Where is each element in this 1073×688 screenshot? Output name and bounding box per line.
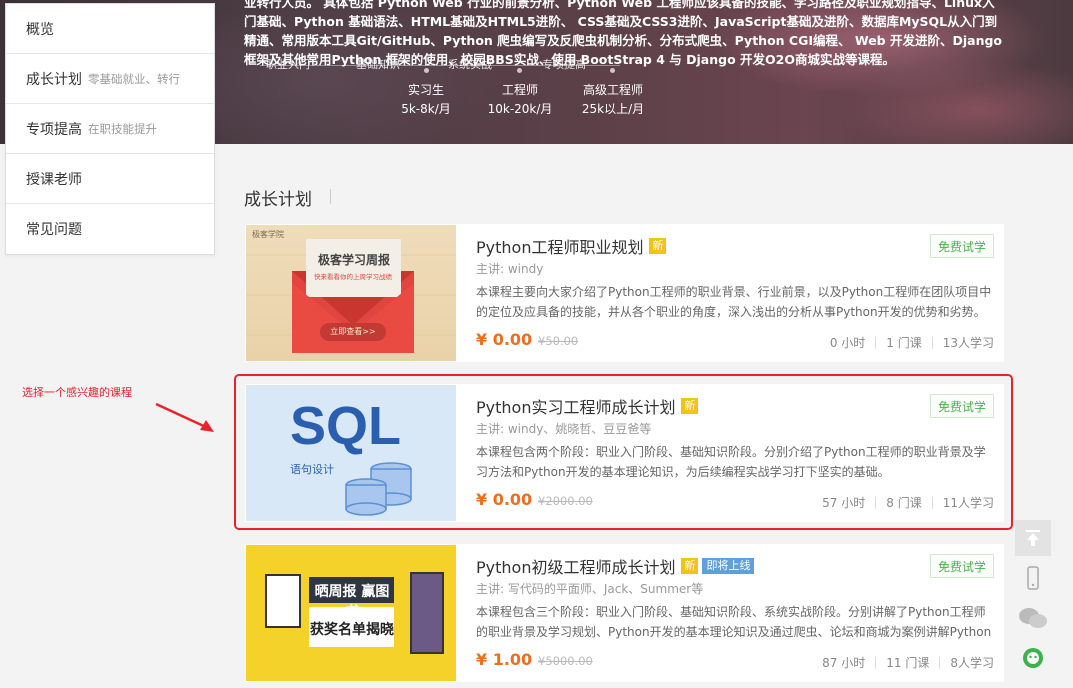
float-toolbar [1015, 520, 1051, 680]
thumb-subline: 获奖名单揭晓 [310, 622, 394, 638]
course-info: Python工程师职业规划 新 免费试学 主讲: windy 本课程主要向大家介… [476, 224, 994, 362]
service-icon[interactable] [1015, 640, 1051, 676]
course-lecturer: 主讲: windy [476, 262, 544, 276]
level-salary: 10k-20k/月 [487, 102, 553, 116]
thumb-cta: 立即查看>> [330, 327, 376, 336]
course-hours: 0 小时 [829, 336, 866, 350]
course-card[interactable]: 晒周报 赢图书 获奖名单揭晓 Python初级工程师成长计划 新 即将上线 免费… [245, 544, 1004, 682]
section-title: 成长计划 [244, 190, 312, 210]
nav-item-label: 常见问题 [26, 222, 82, 238]
course-hours: 87 小时 [822, 656, 866, 670]
stage-dot [517, 68, 522, 73]
nav-item-specialization[interactable]: 专项提高 在职技能提升 [6, 104, 214, 154]
nav-item-sublabel: 在职技能提升 [88, 121, 157, 136]
level-title: 高级工程师 [582, 83, 643, 97]
course-title[interactable]: Python工程师职业规划 [476, 234, 643, 258]
level-title: 工程师 [501, 83, 538, 97]
course-students: 13人学习 [942, 336, 994, 350]
course-stats: 87 小时 11 门课 8人学习 [822, 654, 994, 671]
annotation-arrow-icon [155, 402, 214, 432]
stage-dot [610, 68, 615, 73]
course-lessons: 1 门课 [886, 336, 922, 350]
stats-divider [939, 656, 941, 669]
nav-item-label: 概览 [26, 21, 54, 38]
new-badge: 新 [649, 238, 667, 254]
course-lessons: 11 门课 [886, 656, 930, 670]
course-thumbnail[interactable]: 极客学院 极客学习周报 快来看看你的上周学习战绩 立即查看>> [246, 225, 456, 361]
stage-label: 系统实战 [448, 58, 492, 71]
level-intern: 实习生 5k-8k/月 [381, 81, 471, 119]
course-price: ¥ 0.00 [476, 330, 533, 349]
course-stats: 0 小时 1 门课 13人学习 [830, 334, 994, 351]
course-price: ¥ 1.00 [476, 650, 533, 669]
stage-label: 专项提高 [542, 58, 586, 71]
course-title[interactable]: Python初级工程师成长计划 [476, 554, 675, 578]
nav-item-growth-plan[interactable]: 成长计划 零基础就业、转行 [6, 54, 214, 104]
course-lecturer: 主讲: 写代码的平面师、Jack、Summer等 [476, 582, 704, 596]
course-original-price: ¥5000.00 [538, 654, 593, 668]
stats-divider [875, 656, 877, 669]
course-info: Python初级工程师成长计划 新 即将上线 免费试学 主讲: 写代码的平面师、… [476, 544, 994, 682]
course-thumbnail[interactable]: 晒周报 赢图书 获奖名单揭晓 [246, 545, 456, 681]
side-nav: 概览 成长计划 零基础就业、转行 专项提高 在职技能提升 授课老师 常见问题 [5, 3, 215, 255]
course-description: 本课程主要向大家介绍了Python工程师的职业背景、行业前景，以及Python工… [476, 285, 992, 319]
course-card[interactable]: 极客学院 极客学习周报 快来看看你的上周学习战绩 立即查看>> Python工程… [245, 224, 1004, 362]
thumb-headline: 晒周报 赢图书 [314, 584, 390, 620]
course-original-price: ¥50.00 [538, 334, 579, 348]
free-trial-button[interactable]: 免费试学 [930, 234, 994, 258]
back-to-top-icon[interactable] [1015, 520, 1051, 556]
section-divider [330, 189, 331, 204]
stage-label: 职业入门 [266, 58, 310, 71]
new-badge: 新 [681, 558, 699, 574]
level-title: 实习生 [407, 83, 444, 97]
stage-dot [424, 68, 429, 73]
thumb-brand: 极客学院 [252, 230, 284, 239]
course-students: 8人学习 [950, 656, 994, 670]
thumb-subline: 快来看看你的上周学习战绩 [314, 273, 392, 281]
nav-item-faq[interactable]: 常见问题 [6, 204, 214, 254]
free-trial-button[interactable]: 免费试学 [930, 554, 994, 578]
level-salary: 5k-8k/月 [401, 102, 451, 116]
wechat-icon[interactable] [1015, 600, 1051, 636]
mobile-icon[interactable] [1015, 560, 1051, 596]
annotation-text: 选择一个感兴趣的课程 [22, 386, 132, 399]
level-engineer: 工程师 10k-20k/月 [475, 81, 565, 119]
stats-divider [931, 336, 933, 349]
coming-soon-badge: 即将上线 [702, 558, 755, 574]
stage-timeline: 职业入门 基础知识 系统实战 专项提高 [260, 54, 620, 78]
nav-item-teachers[interactable]: 授课老师 [6, 154, 214, 204]
stage-label: 基础知识 [356, 58, 400, 71]
level-senior: 高级工程师 25k以上/月 [568, 81, 658, 119]
nav-item-label: 专项提高 [26, 121, 82, 138]
nav-item-sublabel: 零基础就业、转行 [88, 71, 180, 86]
stats-divider [875, 336, 877, 349]
highlight-box [234, 374, 1013, 530]
level-salary: 25k以上/月 [581, 102, 645, 116]
course-description: 本课程包含三个阶段：职业入门阶段、基础知识阶段、系统实战阶段。分别讲解了Pyth… [476, 605, 992, 639]
nav-item-overview[interactable]: 概览 [6, 4, 214, 54]
thumb-headline: 极客学习周报 [317, 253, 390, 267]
nav-item-label: 成长计划 [26, 71, 82, 88]
nav-item-label: 授课老师 [26, 171, 82, 188]
